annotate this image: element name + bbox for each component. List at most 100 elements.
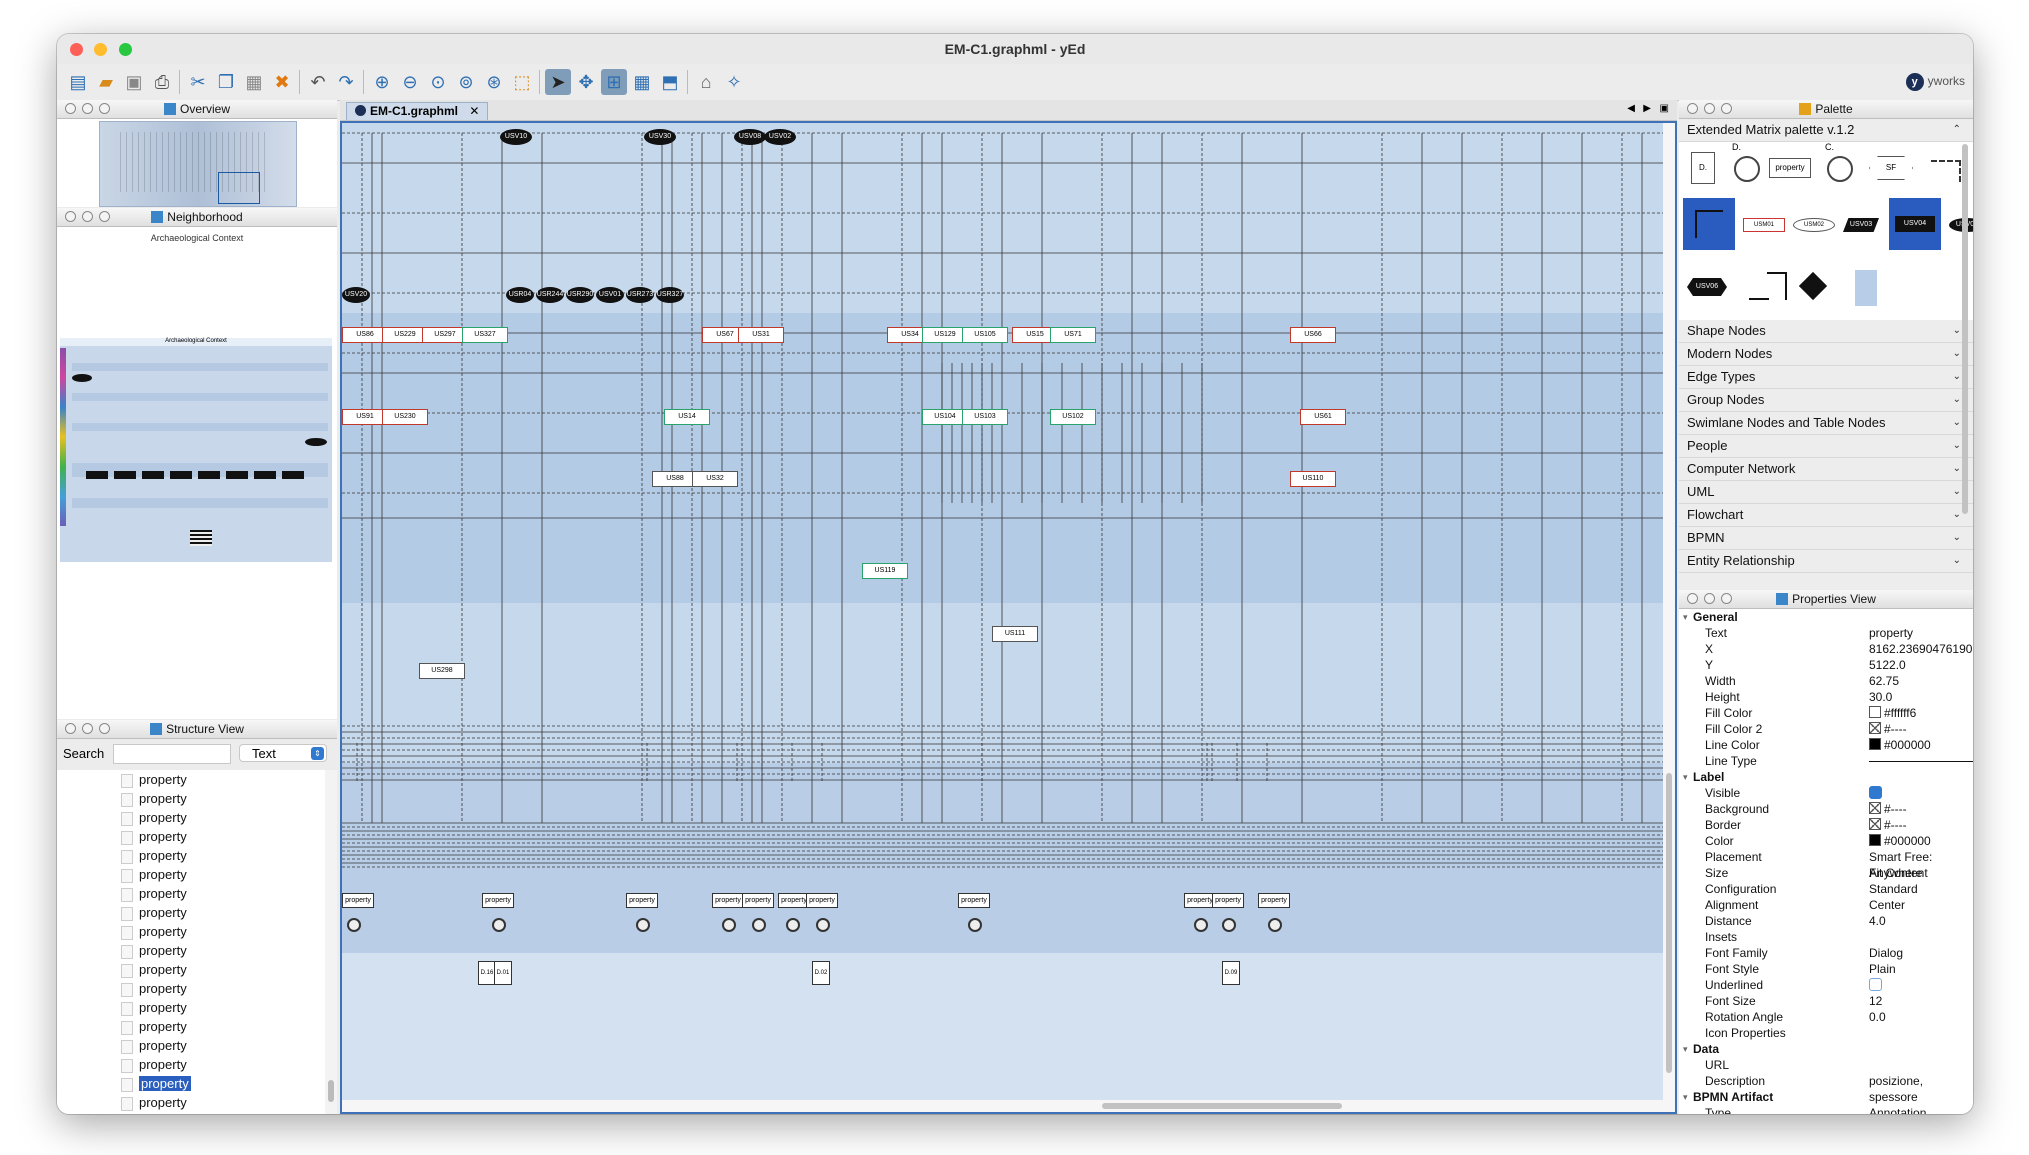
- property-row[interactable]: Line Type: [1679, 753, 1973, 769]
- extractor-node[interactable]: [722, 918, 736, 932]
- property-value[interactable]: Annotation: [1869, 1105, 1926, 1114]
- property-node[interactable]: property: [712, 893, 744, 908]
- tab-list-icon[interactable]: ▣: [1660, 103, 1669, 114]
- property-node[interactable]: property: [806, 893, 838, 908]
- property-value[interactable]: [1869, 753, 1973, 769]
- palette-combiner-node[interactable]: [1734, 156, 1760, 182]
- vertical-scrollbar[interactable]: [1663, 123, 1675, 1112]
- property-row[interactable]: Type Annotation: [1679, 1105, 1973, 1114]
- document-node[interactable]: D.02: [812, 961, 830, 985]
- structure-mode-select[interactable]: Text ⇕: [239, 744, 327, 762]
- structure-tree[interactable]: property property property property property…: [57, 770, 325, 1114]
- stratigraphic-unit-node[interactable]: US298: [419, 663, 465, 679]
- property-row[interactable]: Distance 4.0: [1679, 913, 1973, 929]
- extractor-node[interactable]: [347, 918, 361, 932]
- usv-node[interactable]: USR290: [566, 287, 594, 303]
- property-value[interactable]: 8162.236904761905: [1869, 641, 1973, 657]
- palette-doc-node[interactable]: D.: [1691, 152, 1715, 184]
- palette-section[interactable]: Shape Nodes ⌄: [1679, 320, 1973, 343]
- orthogonal-edges-icon[interactable]: ⬒: [657, 69, 683, 95]
- property-value[interactable]: #000000: [1869, 737, 1931, 753]
- stratigraphic-unit-node[interactable]: US32: [692, 471, 738, 487]
- structure-tree-item[interactable]: property: [57, 998, 325, 1017]
- document-node[interactable]: D.01: [494, 961, 512, 985]
- palette-extractor-node[interactable]: [1827, 156, 1853, 182]
- stratigraphic-unit-node[interactable]: US61: [1300, 409, 1346, 425]
- property-row[interactable]: Text property: [1679, 625, 1973, 641]
- open-folder-icon[interactable]: ▰: [93, 69, 119, 95]
- overview-thumbnail[interactable]: [99, 121, 297, 207]
- property-node[interactable]: property: [1212, 893, 1244, 908]
- palette-section[interactable]: Modern Nodes ⌄: [1679, 343, 1973, 366]
- palette-usv06-node[interactable]: USV06: [1687, 278, 1727, 296]
- undo-icon[interactable]: ↶: [305, 69, 331, 95]
- stratigraphic-unit-node[interactable]: US14: [664, 409, 710, 425]
- stratigraphic-unit-node[interactable]: US105: [962, 327, 1008, 343]
- palette-section-extended[interactable]: Extended Matrix palette v.1.2 ⌃: [1679, 119, 1973, 142]
- palette-property-node[interactable]: property: [1769, 158, 1811, 178]
- property-node[interactable]: property: [1258, 893, 1290, 908]
- usv-node[interactable]: USR244: [536, 287, 564, 303]
- save-icon[interactable]: ▣: [121, 69, 147, 95]
- property-row[interactable]: Border #----: [1679, 817, 1973, 833]
- structure-tree-item[interactable]: property: [57, 979, 325, 998]
- usv-node[interactable]: USR327: [656, 287, 684, 303]
- palette-section[interactable]: BPMN ⌄: [1679, 527, 1973, 550]
- palette-step-edge[interactable]: [1749, 272, 1787, 300]
- property-row[interactable]: Configuration Standard: [1679, 881, 1973, 897]
- extractor-node[interactable]: [816, 918, 830, 932]
- property-node[interactable]: property: [742, 893, 774, 908]
- structure-tree-item[interactable]: property: [57, 1093, 325, 1112]
- property-value[interactable]: Center: [1869, 897, 1905, 913]
- structure-tree-item[interactable]: property: [57, 865, 325, 884]
- property-row[interactable]: Line Color #000000: [1679, 737, 1973, 753]
- extractor-node[interactable]: [636, 918, 650, 932]
- palette-section[interactable]: Group Nodes ⌄: [1679, 389, 1973, 412]
- neighborhood-panel[interactable]: Archaeological Context Archaeological Co…: [57, 227, 337, 719]
- group-icon[interactable]: ⌂: [693, 69, 719, 95]
- property-value[interactable]: #000000: [1869, 833, 1931, 849]
- property-row[interactable]: Alignment Center: [1679, 897, 1973, 913]
- usv-node[interactable]: USV10: [500, 129, 532, 145]
- structure-tree-item[interactable]: property: [57, 903, 325, 922]
- property-value[interactable]: [1869, 977, 1882, 993]
- snapping-icon[interactable]: ⊞: [601, 69, 627, 95]
- structure-tree-item[interactable]: property: [57, 1017, 325, 1036]
- structure-tree-item[interactable]: property: [57, 1074, 325, 1093]
- palette-section[interactable]: Computer Network ⌄: [1679, 458, 1973, 481]
- print-icon[interactable]: ⎙: [149, 69, 175, 95]
- property-row[interactable]: Height 30.0: [1679, 689, 1973, 705]
- property-row[interactable]: URL: [1679, 1057, 1973, 1073]
- stratigraphic-unit-node[interactable]: US71: [1050, 327, 1096, 343]
- palette-scrollbar[interactable]: [1961, 144, 1969, 584]
- property-value[interactable]: #----: [1869, 801, 1907, 817]
- new-document-icon[interactable]: ▤: [65, 69, 91, 95]
- extractor-node[interactable]: [492, 918, 506, 932]
- properties-table[interactable]: ▾ General Text property X 8162.236904761905 Y 5…: [1679, 609, 1973, 1114]
- fit-content-icon[interactable]: ⬚: [509, 69, 535, 95]
- property-value[interactable]: Plain: [1869, 961, 1896, 977]
- property-value[interactable]: 62.75: [1869, 673, 1899, 689]
- property-row[interactable]: Color #000000: [1679, 833, 1973, 849]
- property-value[interactable]: 0.0: [1869, 1009, 1886, 1025]
- property-value[interactable]: Standard: [1869, 881, 1918, 897]
- palette-usv03-node[interactable]: USV03: [1843, 218, 1879, 232]
- palette-sf-node[interactable]: SF: [1869, 156, 1913, 180]
- extractor-node[interactable]: [1194, 918, 1208, 932]
- checkbox[interactable]: [1869, 978, 1882, 991]
- zoom-actual-icon[interactable]: ⊙: [425, 69, 451, 95]
- delete-icon[interactable]: ✖: [269, 69, 295, 95]
- palette-section[interactable]: Edge Types ⌄: [1679, 366, 1973, 389]
- property-value[interactable]: property: [1869, 625, 1913, 641]
- property-node[interactable]: property: [342, 893, 374, 908]
- property-row[interactable]: Size Fit Content: [1679, 865, 1973, 881]
- property-value[interactable]: 5122.0: [1869, 657, 1906, 673]
- edit-mode-icon[interactable]: ➤: [545, 69, 571, 95]
- property-value[interactable]: 4.0: [1869, 913, 1886, 929]
- stratigraphic-unit-node[interactable]: US119: [862, 563, 908, 579]
- structure-search-input[interactable]: [113, 744, 231, 764]
- paste-icon[interactable]: ▦: [241, 69, 267, 95]
- structure-tree-item[interactable]: property: [57, 884, 325, 903]
- palette-usv04-selected[interactable]: USV04: [1889, 198, 1941, 250]
- property-value[interactable]: Dialog: [1869, 945, 1903, 961]
